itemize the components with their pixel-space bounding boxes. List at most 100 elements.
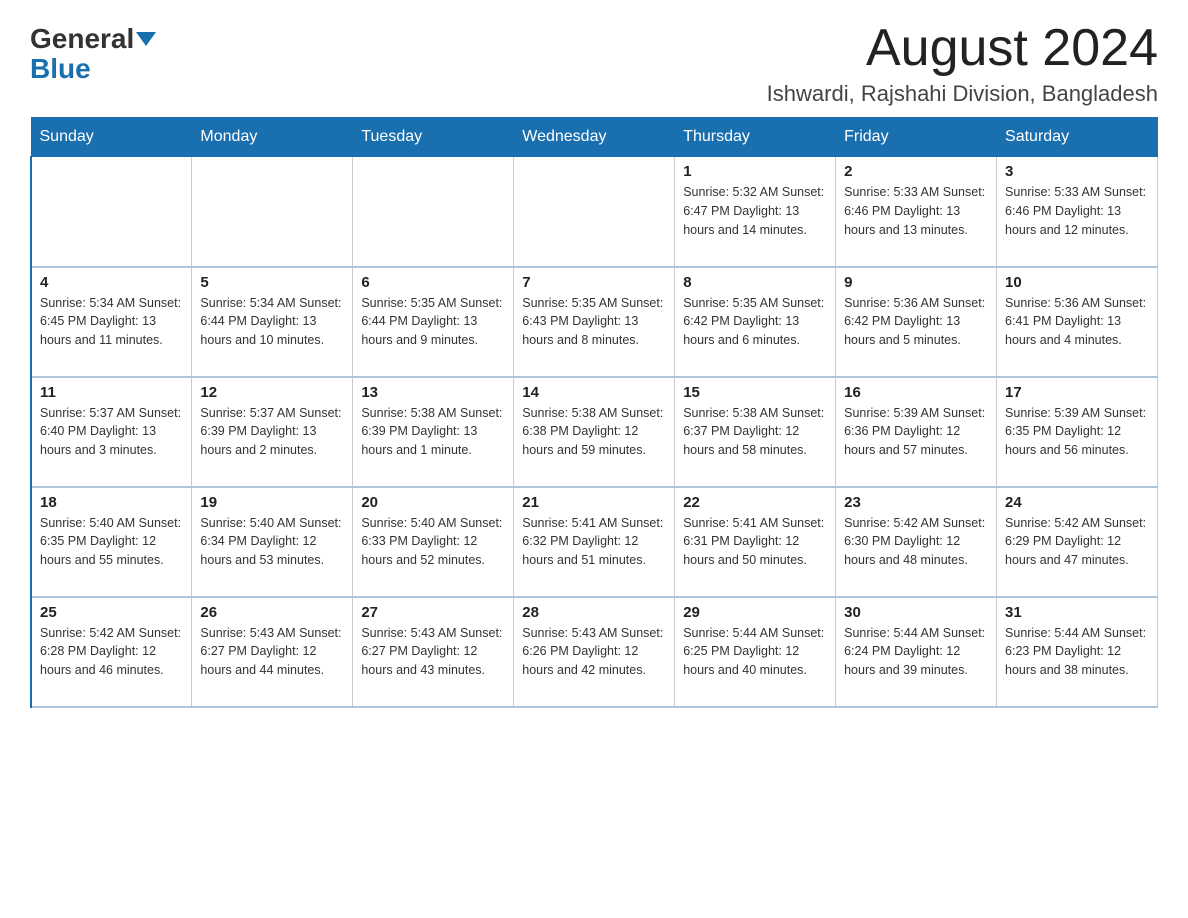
table-row: 15Sunrise: 5:38 AM Sunset: 6:37 PM Dayli… <box>675 377 836 487</box>
col-wednesday: Wednesday <box>514 118 675 157</box>
day-number: 30 <box>844 604 988 621</box>
logo-blue-text: Blue <box>30 53 91 84</box>
day-info: Sunrise: 5:42 AM Sunset: 6:30 PM Dayligh… <box>844 514 988 570</box>
day-info: Sunrise: 5:42 AM Sunset: 6:29 PM Dayligh… <box>1005 514 1149 570</box>
col-tuesday: Tuesday <box>353 118 514 157</box>
day-info: Sunrise: 5:44 AM Sunset: 6:23 PM Dayligh… <box>1005 624 1149 680</box>
day-info: Sunrise: 5:34 AM Sunset: 6:44 PM Dayligh… <box>200 294 344 350</box>
day-info: Sunrise: 5:35 AM Sunset: 6:44 PM Dayligh… <box>361 294 505 350</box>
day-info: Sunrise: 5:33 AM Sunset: 6:46 PM Dayligh… <box>1005 183 1149 239</box>
logo-triangle-icon <box>136 32 156 46</box>
table-row: 27 Sunrise: 5:43 AM Sunset: 6:27 PM Dayli… <box>353 597 514 707</box>
table-row: 28 Sunrise: 5:43 AM Sunset: 6:26 PM Dayli… <box>514 597 675 707</box>
table-row: 3 Sunrise: 5:33 AM Sunset: 6:46 PM Daylig… <box>997 157 1158 267</box>
table-row: 18 Sunrise: 5:40 AM Sunset: 6:35 PM Dayli… <box>31 487 192 597</box>
day-number: 20 <box>361 494 505 511</box>
col-monday: Monday <box>192 118 353 157</box>
col-friday: Friday <box>836 118 997 157</box>
day-number: 8 <box>683 274 827 291</box>
day-number: 16 <box>844 384 988 401</box>
day-info: Sunrise: 5:43 AM Sunset: 6:27 PM Dayligh… <box>200 624 344 680</box>
day-number: 13 <box>361 384 505 401</box>
day-info: Sunrise: 5:44 AM Sunset: 6:25 PM Dayligh… <box>683 624 827 680</box>
day-number: 7 <box>522 274 666 291</box>
day-number: 19 <box>200 494 344 511</box>
table-row: 30 Sunrise: 5:44 AM Sunset: 6:24 PM Dayli… <box>836 597 997 707</box>
table-row: 2 Sunrise: 5:33 AM Sunset: 6:46 PM Daylig… <box>836 157 997 267</box>
logo-general-text: General <box>30 25 134 53</box>
day-info: Sunrise: 5:36 AM Sunset: 6:42 PM Dayligh… <box>844 294 988 350</box>
day-number: 26 <box>200 604 344 621</box>
table-row: 19 Sunrise: 5:40 AM Sunset: 6:34 PM Dayli… <box>192 487 353 597</box>
day-number: 12 <box>200 384 344 401</box>
table-row: 1 Sunrise: 5:32 AM Sunset: 6:47 PM Daylig… <box>675 157 836 267</box>
location-subtitle: Ishwardi, Rajshahi Division, Bangladesh <box>767 81 1158 107</box>
day-info: Sunrise: 5:32 AM Sunset: 6:47 PM Dayligh… <box>683 183 827 239</box>
table-row <box>192 157 353 267</box>
col-saturday: Saturday <box>997 118 1158 157</box>
day-info: Sunrise: 5:40 AM Sunset: 6:34 PM Dayligh… <box>200 514 344 570</box>
table-row: 6 Sunrise: 5:35 AM Sunset: 6:44 PM Daylig… <box>353 267 514 377</box>
table-row: 5Sunrise: 5:34 AM Sunset: 6:44 PM Daylig… <box>192 267 353 377</box>
calendar-table: Sunday Monday Tuesday Wednesday Thursday… <box>30 117 1158 708</box>
day-info: Sunrise: 5:33 AM Sunset: 6:46 PM Dayligh… <box>844 183 988 239</box>
week-row-3: 11 Sunrise: 5:37 AM Sunset: 6:40 PM Dayli… <box>31 377 1158 487</box>
table-row: 8 Sunrise: 5:35 AM Sunset: 6:42 PM Daylig… <box>675 267 836 377</box>
table-row: 29Sunrise: 5:44 AM Sunset: 6:25 PM Dayli… <box>675 597 836 707</box>
day-number: 1 <box>683 163 827 180</box>
day-info: Sunrise: 5:42 AM Sunset: 6:28 PM Dayligh… <box>40 624 183 680</box>
day-info: Sunrise: 5:37 AM Sunset: 6:40 PM Dayligh… <box>40 404 183 460</box>
day-number: 18 <box>40 494 183 511</box>
table-row: 4Sunrise: 5:34 AM Sunset: 6:45 PM Daylig… <box>31 267 192 377</box>
day-info: Sunrise: 5:40 AM Sunset: 6:35 PM Dayligh… <box>40 514 183 570</box>
day-number: 31 <box>1005 604 1149 621</box>
table-row: 11 Sunrise: 5:37 AM Sunset: 6:40 PM Dayli… <box>31 377 192 487</box>
table-row: 16 Sunrise: 5:39 AM Sunset: 6:36 PM Dayli… <box>836 377 997 487</box>
table-row: 23Sunrise: 5:42 AM Sunset: 6:30 PM Dayli… <box>836 487 997 597</box>
table-row: 14Sunrise: 5:38 AM Sunset: 6:38 PM Dayli… <box>514 377 675 487</box>
day-number: 9 <box>844 274 988 291</box>
table-row: 25 Sunrise: 5:42 AM Sunset: 6:28 PM Dayli… <box>31 597 192 707</box>
day-number: 4 <box>40 274 183 291</box>
table-row <box>31 157 192 267</box>
day-info: Sunrise: 5:44 AM Sunset: 6:24 PM Dayligh… <box>844 624 988 680</box>
day-info: Sunrise: 5:41 AM Sunset: 6:31 PM Dayligh… <box>683 514 827 570</box>
table-row: 22 Sunrise: 5:41 AM Sunset: 6:31 PM Dayli… <box>675 487 836 597</box>
table-row: 24 Sunrise: 5:42 AM Sunset: 6:29 PM Dayli… <box>997 487 1158 597</box>
week-row-5: 25 Sunrise: 5:42 AM Sunset: 6:28 PM Dayli… <box>31 597 1158 707</box>
table-row: 12 Sunrise: 5:37 AM Sunset: 6:39 PM Dayli… <box>192 377 353 487</box>
day-number: 25 <box>40 604 183 621</box>
week-row-2: 4Sunrise: 5:34 AM Sunset: 6:45 PM Daylig… <box>31 267 1158 377</box>
logo: General Blue <box>30 20 156 85</box>
table-row: 20Sunrise: 5:40 AM Sunset: 6:33 PM Dayli… <box>353 487 514 597</box>
day-info: Sunrise: 5:38 AM Sunset: 6:38 PM Dayligh… <box>522 404 666 460</box>
day-number: 21 <box>522 494 666 511</box>
day-number: 27 <box>361 604 505 621</box>
day-number: 10 <box>1005 274 1149 291</box>
day-number: 28 <box>522 604 666 621</box>
col-sunday: Sunday <box>31 118 192 157</box>
day-info: Sunrise: 5:36 AM Sunset: 6:41 PM Dayligh… <box>1005 294 1149 350</box>
day-number: 2 <box>844 163 988 180</box>
day-number: 6 <box>361 274 505 291</box>
table-row: 7Sunrise: 5:35 AM Sunset: 6:43 PM Daylig… <box>514 267 675 377</box>
day-number: 22 <box>683 494 827 511</box>
day-number: 3 <box>1005 163 1149 180</box>
calendar-header-row: Sunday Monday Tuesday Wednesday Thursday… <box>31 118 1158 157</box>
day-info: Sunrise: 5:43 AM Sunset: 6:26 PM Dayligh… <box>522 624 666 680</box>
day-info: Sunrise: 5:43 AM Sunset: 6:27 PM Dayligh… <box>361 624 505 680</box>
page-header: General Blue August 2024 Ishwardi, Rajsh… <box>30 20 1158 107</box>
day-info: Sunrise: 5:37 AM Sunset: 6:39 PM Dayligh… <box>200 404 344 460</box>
table-row <box>353 157 514 267</box>
month-year-title: August 2024 <box>767 20 1158 77</box>
day-info: Sunrise: 5:41 AM Sunset: 6:32 PM Dayligh… <box>522 514 666 570</box>
day-number: 11 <box>40 384 183 401</box>
day-info: Sunrise: 5:35 AM Sunset: 6:42 PM Dayligh… <box>683 294 827 350</box>
day-number: 17 <box>1005 384 1149 401</box>
day-number: 24 <box>1005 494 1149 511</box>
table-row: 13 Sunrise: 5:38 AM Sunset: 6:39 PM Dayli… <box>353 377 514 487</box>
day-info: Sunrise: 5:38 AM Sunset: 6:39 PM Dayligh… <box>361 404 505 460</box>
table-row: 21 Sunrise: 5:41 AM Sunset: 6:32 PM Dayli… <box>514 487 675 597</box>
day-info: Sunrise: 5:39 AM Sunset: 6:36 PM Dayligh… <box>844 404 988 460</box>
table-row: 31 Sunrise: 5:44 AM Sunset: 6:23 PM Dayli… <box>997 597 1158 707</box>
